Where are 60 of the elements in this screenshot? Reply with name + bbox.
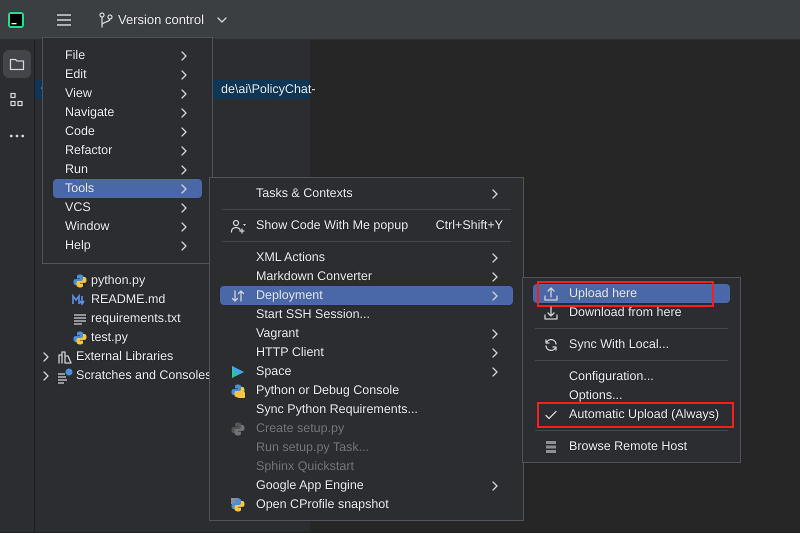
menu-item[interactable]: Vagrant xyxy=(220,324,513,343)
download-icon xyxy=(543,304,559,320)
menu-item[interactable]: Tasks & Contexts xyxy=(220,184,513,203)
tree-label: requirements.txt xyxy=(91,310,181,328)
menu-item[interactable]: HTTP Client xyxy=(220,343,513,362)
tree-label: README.md xyxy=(91,291,166,308)
menu-item[interactable]: Tools xyxy=(53,179,202,198)
folder-icon xyxy=(9,56,25,72)
menu-item[interactable]: Show Code With Me popup Ctrl+Shift+Y xyxy=(220,216,513,235)
server-icon xyxy=(543,438,559,454)
menu-item[interactable]: Automatic Upload (Always) xyxy=(533,405,730,424)
tree-label: test.py xyxy=(91,329,128,346)
menu-item[interactable]: Edit xyxy=(53,65,202,84)
menu-item[interactable]: XML Actions xyxy=(220,248,513,267)
menu-item[interactable]: Navigate xyxy=(53,103,202,122)
menu-item[interactable]: VCS xyxy=(53,198,202,217)
tree-label: python.py xyxy=(91,272,146,290)
profile-icon xyxy=(230,496,246,512)
menu-icon xyxy=(56,12,72,28)
space-icon xyxy=(230,364,246,380)
menu-item[interactable]: Sync With Local... xyxy=(533,335,730,354)
python-icon xyxy=(72,272,88,288)
app-logo-icon xyxy=(8,12,24,28)
python-icon xyxy=(230,420,246,436)
menu-item[interactable]: Open CProfile snapshot xyxy=(220,495,513,514)
folder-tool-button[interactable] xyxy=(3,50,31,78)
branch-icon xyxy=(98,12,114,28)
structure-icon xyxy=(9,92,25,108)
menu-item[interactable]: Help xyxy=(53,236,202,255)
sync-icon xyxy=(543,336,559,352)
menu-item[interactable]: Python or Debug Console xyxy=(220,381,513,400)
tree-label: de\ai\PolicyChat- xyxy=(221,81,316,98)
menu-item[interactable]: Start SSH Session... xyxy=(220,305,513,324)
python-console-icon xyxy=(230,382,246,398)
menu-item[interactable]: Sync Python Requirements... xyxy=(220,400,513,419)
menu-item[interactable]: File xyxy=(53,46,202,65)
menu-item[interactable]: Refactor xyxy=(53,141,202,160)
person-add-icon xyxy=(230,218,246,234)
transfer-icon xyxy=(230,288,246,304)
version-control-button[interactable]: Version control xyxy=(94,6,234,34)
scratch-icon xyxy=(57,368,73,384)
upload-icon xyxy=(543,286,559,302)
more-icon xyxy=(9,134,25,138)
menu-item[interactable]: Run xyxy=(53,160,202,179)
menu-item[interactable]: Code xyxy=(53,122,202,141)
menu-item[interactable]: Deployment xyxy=(220,286,513,305)
menu-item[interactable]: Browse Remote Host xyxy=(533,437,730,456)
menu-item[interactable]: Google App Engine xyxy=(220,476,513,495)
menu-item[interactable]: Options... xyxy=(533,386,730,405)
menu-item[interactable]: Configuration... xyxy=(533,367,730,386)
tree-label: Scratches and Consoles xyxy=(76,367,212,384)
tree-label: External Libraries xyxy=(76,348,174,366)
menu-item[interactable]: View xyxy=(53,84,202,103)
menu-item[interactable]: Window xyxy=(53,217,202,236)
shortcut-label: Ctrl+Shift+Y xyxy=(434,217,503,234)
python-icon xyxy=(72,330,88,346)
menu-item[interactable]: Markdown Converter xyxy=(220,267,513,286)
menu-item[interactable]: Space xyxy=(220,362,513,381)
menu-item[interactable]: Download from here xyxy=(533,303,730,322)
library-icon xyxy=(57,348,73,364)
